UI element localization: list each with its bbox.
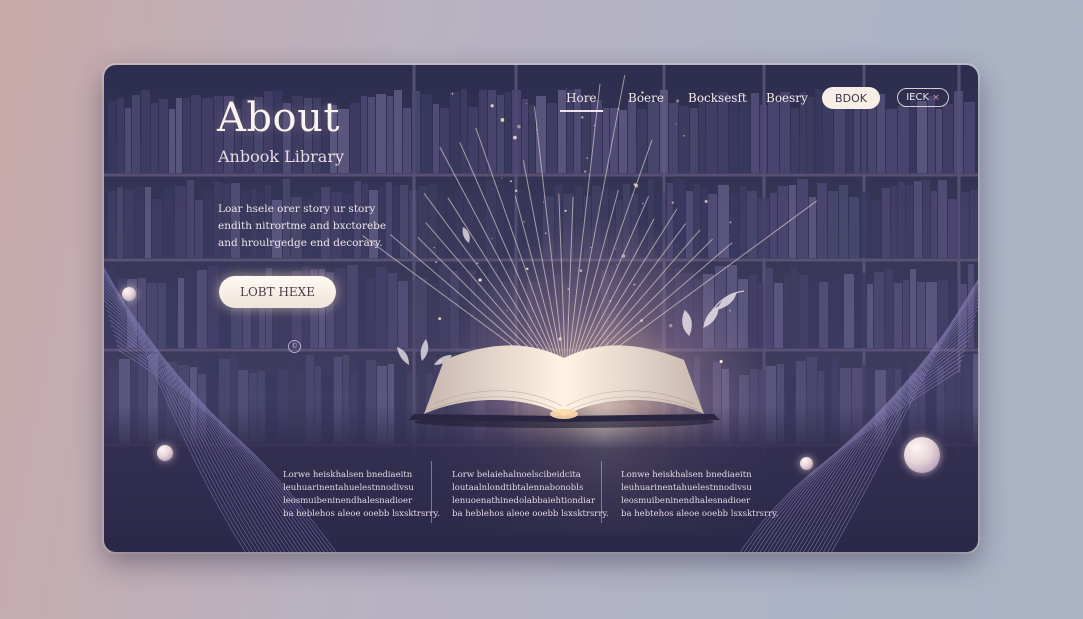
close-icon: × [932, 93, 940, 103]
info-column-2: Lorw belaiehalnoelscibeidcita loutaalnlo… [452, 469, 609, 521]
column-divider [431, 461, 432, 523]
column-line: leuhuarinentahuelestnnodivsu [283, 483, 414, 493]
about-card: Hore Boere Bocksesft Boesry BDOK IECK × … [104, 65, 978, 552]
column-line: ba heblehos aleoe ooebb lsxsktrsrry. [283, 509, 440, 519]
book-button[interactable]: BDOK [822, 87, 880, 109]
page-subtitle: Anbook Library [218, 147, 345, 166]
orb-icon [157, 445, 173, 461]
nav-link-4[interactable]: Boesry [766, 91, 808, 105]
column-line: ba heblehos aleoe ooebb lsxsktrsrry. [452, 509, 609, 519]
column-line: Lonwe heiskhalsen bnediaeitn [621, 470, 752, 480]
nav-link-2[interactable]: Boere [628, 91, 664, 105]
outline-button-label: IECK [906, 92, 930, 103]
column-line: Lorwe heiskhalsen bnediaeitn [283, 470, 413, 480]
orb-icon [800, 457, 813, 470]
column-line: leuhuarinentahuelestnnodivsu [621, 483, 752, 493]
orb-icon [904, 437, 940, 473]
column-line: leosmuibeninendhalesnadioer [283, 496, 413, 506]
info-column-3: Lonwe heiskhalsen bnediaeitn leuhuarinen… [621, 469, 779, 521]
description-line: Loar hsele orer story ur story [218, 203, 376, 215]
column-line: leosmuibeninendhalesnadioer [621, 496, 751, 506]
column-divider [601, 461, 602, 523]
description-line: and hroulrgedge end decorary. [218, 237, 383, 249]
cta-button[interactable]: LOBT HEXE [219, 276, 336, 308]
column-line: loutaalnlondtibtalennabonobls [452, 483, 584, 493]
outline-nav-button[interactable]: IECK × [897, 88, 949, 107]
page-title: About [217, 95, 340, 141]
hero-description: Loar hsele orer story ur story endith ni… [218, 201, 438, 252]
orb-icon [122, 287, 136, 301]
open-book-icon [408, 345, 720, 428]
column-line: ba hebtehos aleoe ooebb lsxsktrsrry. [621, 509, 779, 519]
column-line: Lorw belaiehalnoelscibeidcita [452, 470, 581, 480]
column-line: lenuoenathinedolabbaiehtiondiar [452, 496, 596, 506]
circle-c-icon: © [288, 340, 301, 353]
nav-link-home[interactable]: Hore [560, 91, 602, 112]
nav-link-3[interactable]: Bocksesft [688, 91, 747, 105]
info-column-1: Lorwe heiskhalsen bnediaeitn leuhuarinen… [283, 469, 440, 521]
description-line: endith nitrortme and bxctorebe [218, 220, 387, 232]
